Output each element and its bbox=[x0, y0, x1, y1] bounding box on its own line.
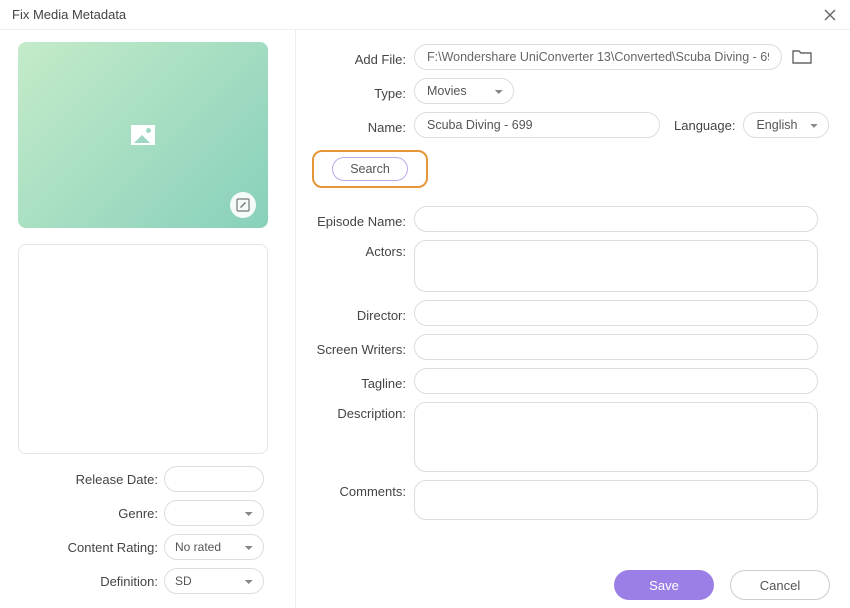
add-file-label: Add File: bbox=[304, 48, 414, 67]
release-date-input[interactable] bbox=[164, 466, 264, 492]
definition-select[interactable]: SD bbox=[164, 568, 264, 594]
cancel-button[interactable]: Cancel bbox=[730, 570, 830, 600]
titlebar: Fix Media Metadata bbox=[0, 0, 850, 30]
comments-label: Comments: bbox=[304, 480, 414, 499]
type-label: Type: bbox=[304, 82, 414, 101]
screen-writers-label: Screen Writers: bbox=[304, 338, 414, 357]
definition-label: Definition: bbox=[18, 574, 164, 589]
close-icon[interactable] bbox=[822, 7, 838, 23]
content-rating-select[interactable]: No rated bbox=[164, 534, 264, 560]
tagline-label: Tagline: bbox=[304, 372, 414, 391]
image-placeholder-icon bbox=[131, 125, 155, 145]
save-button[interactable]: Save bbox=[614, 570, 714, 600]
edit-cover-button[interactable] bbox=[230, 192, 256, 218]
cover-thumbnail bbox=[18, 42, 268, 228]
director-input[interactable] bbox=[414, 300, 818, 326]
search-highlight: Search bbox=[312, 150, 428, 188]
actors-input[interactable] bbox=[414, 240, 818, 292]
file-path-input[interactable] bbox=[414, 44, 782, 70]
content-rating-label: Content Rating: bbox=[18, 540, 164, 555]
window-title: Fix Media Metadata bbox=[12, 7, 126, 22]
name-label: Name: bbox=[304, 116, 414, 135]
name-input[interactable] bbox=[414, 112, 660, 138]
left-pane: Release Date: Genre: Content Rating: No … bbox=[0, 30, 296, 608]
episode-name-label: Episode Name: bbox=[304, 210, 414, 229]
language-select[interactable]: English bbox=[743, 112, 829, 138]
genre-label: Genre: bbox=[18, 506, 164, 521]
episode-name-input[interactable] bbox=[414, 206, 818, 232]
search-button[interactable]: Search bbox=[332, 157, 408, 181]
description-input[interactable] bbox=[414, 402, 818, 472]
screen-writers-input[interactable] bbox=[414, 334, 818, 360]
release-date-label: Release Date: bbox=[18, 472, 164, 487]
type-select[interactable]: Movies bbox=[414, 78, 514, 104]
tagline-input[interactable] bbox=[414, 368, 818, 394]
info-panel bbox=[18, 244, 268, 454]
description-label: Description: bbox=[304, 402, 414, 421]
comments-input[interactable] bbox=[414, 480, 818, 520]
right-pane: Add File: Type: Movies Name: Language: E… bbox=[296, 30, 850, 608]
language-label: Language: bbox=[674, 118, 735, 133]
director-label: Director: bbox=[304, 304, 414, 323]
browse-folder-icon[interactable] bbox=[792, 48, 812, 66]
genre-select[interactable] bbox=[164, 500, 264, 526]
actors-label: Actors: bbox=[304, 240, 414, 259]
